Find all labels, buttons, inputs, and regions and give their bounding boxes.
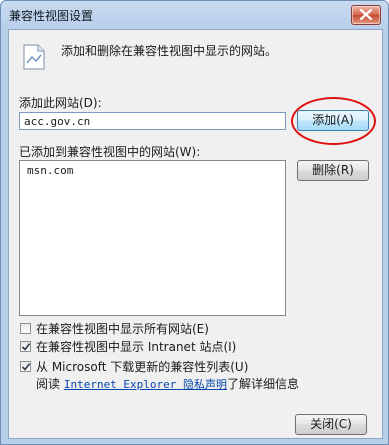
privacy-suffix: 了解详细信息 [227, 377, 300, 391]
privacy-line: 阅读 Internet Explorer 隐私声明了解详细信息 [36, 375, 299, 392]
site-list[interactable]: msn.com [19, 160, 286, 316]
add-site-input[interactable]: acc.gov.cn [19, 112, 286, 130]
privacy-link[interactable]: Internet Explorer 隐私声明 [64, 378, 227, 391]
add-site-label: 添加此网站(D): [19, 96, 102, 110]
show-intranet-checkbox[interactable] [20, 341, 31, 352]
list-item[interactable]: msn.com [27, 164, 73, 177]
close-window-button[interactable] [351, 5, 381, 25]
annotation-circle [291, 97, 376, 145]
title-bar[interactable]: 兼容性视图设置 [1, 1, 388, 29]
compat-view-dialog: 兼容性视图设置 添加和删除在兼容性视图中显示的网站。 添加此网站(D): acc… [0, 0, 389, 445]
site-list-label: 已添加到兼容性视图中的网站(W): [19, 145, 201, 159]
download-updates-label: 从 Microsoft 下载更新的兼容性列表(U) [36, 360, 249, 374]
dialog-title: 兼容性视图设置 [9, 9, 94, 23]
show-all-sites-checkbox[interactable] [20, 323, 31, 334]
show-all-sites-label: 在兼容性视图中显示所有网站(E) [36, 322, 209, 336]
dialog-body: 添加和删除在兼容性视图中显示的网站。 添加此网站(D): acc.gov.cn … [8, 29, 383, 439]
close-button[interactable]: 关闭(C) [295, 414, 367, 435]
remove-button[interactable]: 删除(R) [297, 160, 369, 181]
download-updates-checkbox[interactable] [20, 361, 31, 372]
page-icon [23, 44, 45, 73]
intro-text: 添加和删除在兼容性视图中显示的网站。 [61, 44, 278, 58]
privacy-prefix: 阅读 [36, 377, 64, 391]
show-intranet-label: 在兼容性视图中显示 Intranet 站点(I) [36, 340, 237, 354]
